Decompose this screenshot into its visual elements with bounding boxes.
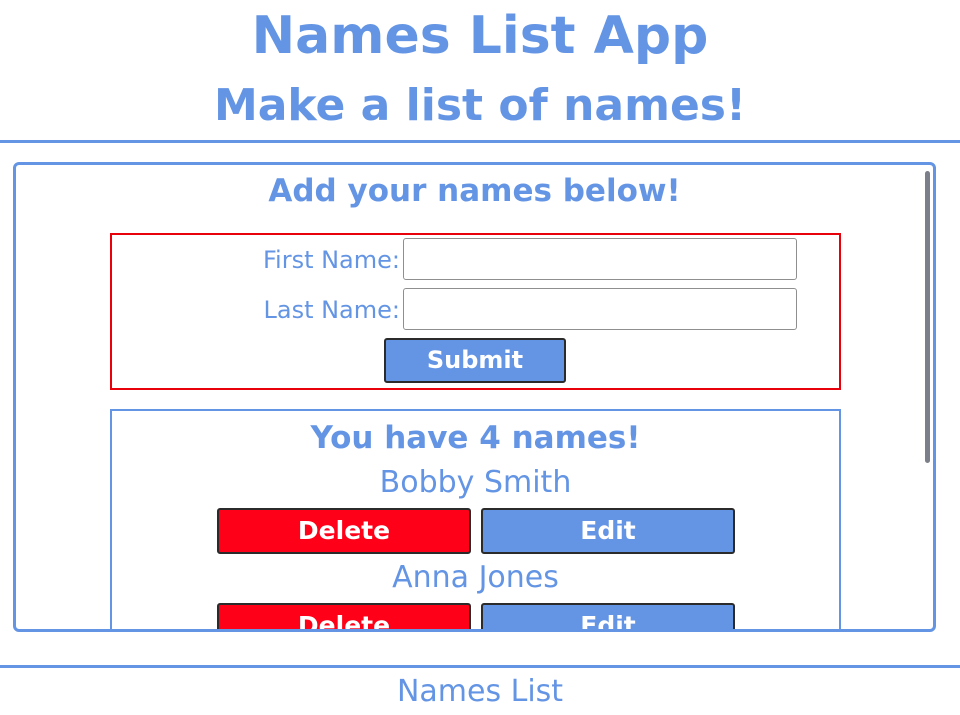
main-panel: Add your names below! First Name: Last N…	[13, 162, 936, 632]
footer-text: Names List	[396, 674, 564, 709]
edit-button[interactable]: Edit	[481, 508, 735, 554]
footer-divider	[0, 665, 960, 668]
list-item: Anna Jones Delete Edit	[112, 556, 839, 629]
app-title: Names List App	[251, 6, 709, 66]
person-name: Bobby Smith	[379, 465, 572, 500]
scrollbar-thumb[interactable]	[925, 171, 930, 463]
names-count: You have 4 names!	[310, 420, 641, 456]
first-name-input[interactable]	[403, 238, 797, 280]
list-item: Bobby Smith Delete Edit	[112, 461, 839, 556]
form-heading: Add your names below!	[268, 173, 681, 209]
name-form: First Name: Last Name: Submit Name	[110, 233, 841, 414]
delete-button[interactable]: Delete	[217, 603, 471, 629]
last-name-input[interactable]	[403, 288, 797, 330]
edit-button[interactable]: Edit	[481, 603, 735, 629]
header-divider	[0, 140, 960, 143]
last-name-label: Last Name:	[263, 296, 400, 324]
first-name-label: First Name:	[262, 246, 400, 274]
page-header: Names List App Make a list of names!	[0, 0, 960, 140]
person-name: Anna Jones	[392, 560, 559, 595]
app-subtitle: Make a list of names!	[213, 80, 747, 131]
submit-name-button[interactable]: Submit Name	[384, 338, 566, 414]
names-list: You have 4 names! Bobby Smith Delete Edi…	[110, 409, 841, 629]
delete-button[interactable]: Delete	[217, 508, 471, 554]
